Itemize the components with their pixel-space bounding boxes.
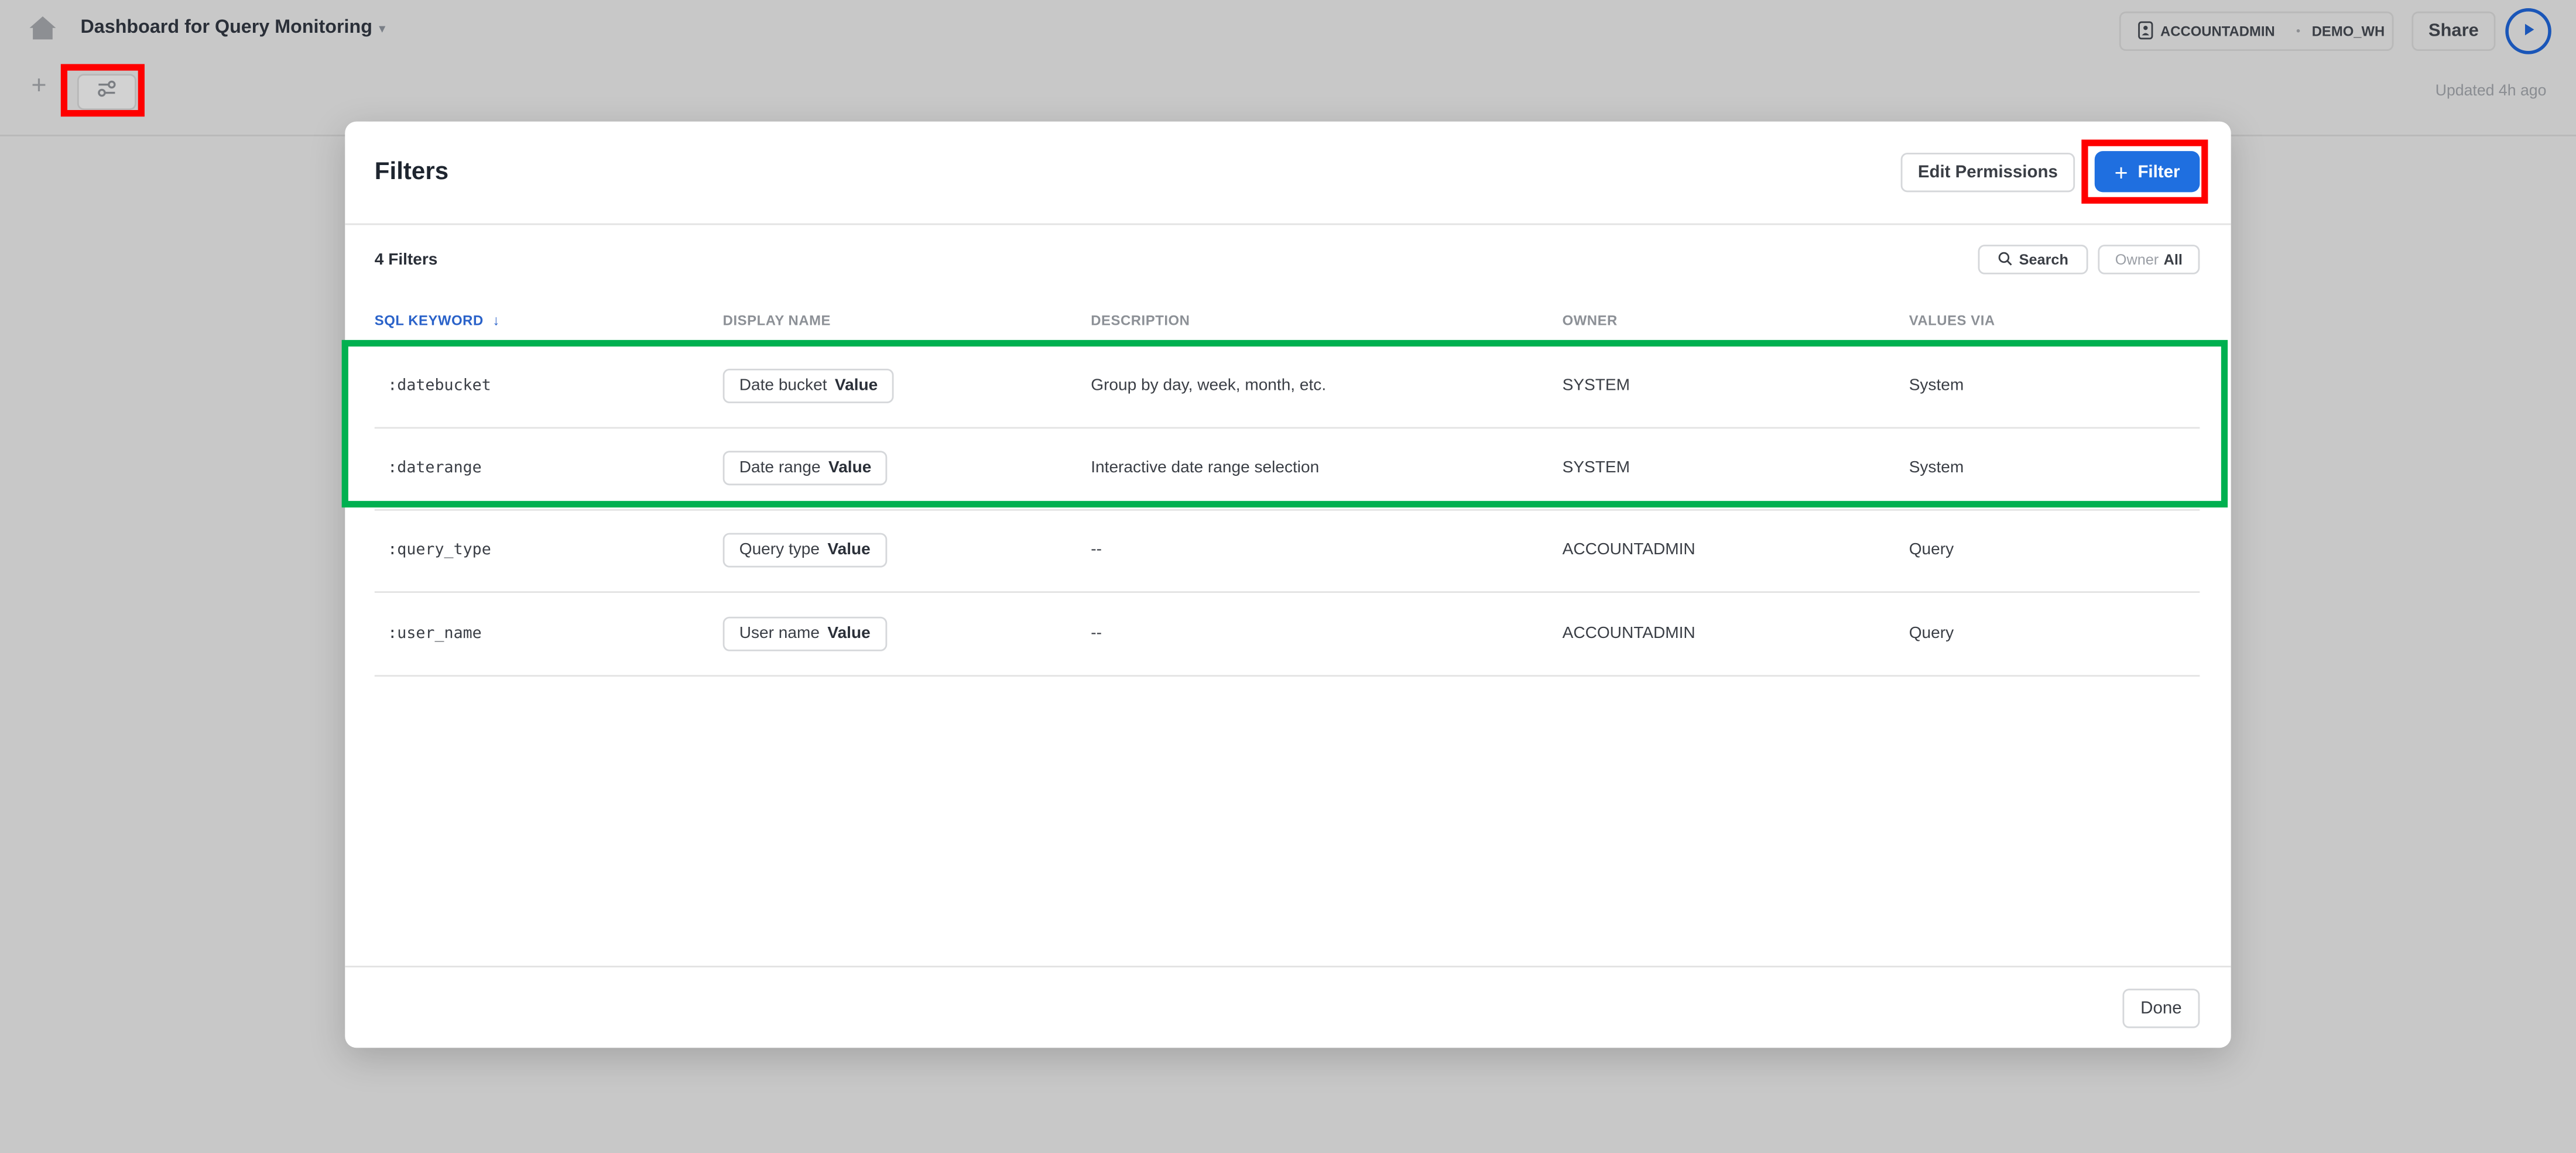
- column-header-description[interactable]: DESCRIPTION: [1091, 312, 1190, 328]
- values-via: Query: [1909, 624, 1954, 643]
- share-button[interactable]: Share: [2411, 11, 2496, 51]
- column-header-values-via[interactable]: VALUES VIA: [1909, 312, 1995, 328]
- description: Interactive date range selection: [1091, 459, 1320, 478]
- column-header-sql-keyword[interactable]: SQL KEYWORD ↓: [375, 312, 500, 328]
- edit-permissions-button[interactable]: Edit Permissions: [1900, 152, 2075, 193]
- role-name: ACCOUNTADMIN: [2160, 23, 2275, 40]
- sql-keyword: :daterange: [388, 459, 482, 478]
- dashboard-title: Dashboard for Query Monitoring: [80, 18, 372, 38]
- modal-title: Filters: [374, 157, 449, 186]
- owner: ACCOUNTADMIN: [1562, 541, 1695, 560]
- filters-modal: Filters Edit Permissions + Filter 4 Filt…: [341, 121, 2231, 1049]
- search-label: Search: [2019, 251, 2068, 268]
- column-header-owner[interactable]: OWNER: [1563, 312, 1618, 328]
- values-via: Query: [1909, 541, 1954, 560]
- table-row[interactable]: :user_name User name Value -- ACCOUNTADM…: [374, 593, 2200, 677]
- table-row[interactable]: :datebucket Date bucket Value Group by d…: [374, 345, 2200, 429]
- warehouse-name: DEMO_WH: [2311, 23, 2385, 40]
- sql-keyword: :query_type: [388, 541, 491, 560]
- display-name-chip[interactable]: Date range Value: [722, 451, 888, 486]
- filter-count: 4 Filters: [374, 251, 438, 270]
- play-icon: [2520, 16, 2537, 46]
- owner: ACCOUNTADMIN: [1562, 624, 1695, 643]
- description: --: [1091, 541, 1102, 560]
- owner-filter-label: Owner: [2115, 251, 2159, 268]
- sql-keyword: :datebucket: [388, 376, 491, 395]
- display-name-chip[interactable]: Query type Value: [722, 533, 887, 568]
- done-button[interactable]: Done: [2122, 989, 2200, 1028]
- highlight-add-filter: [2081, 139, 2208, 204]
- values-via: System: [1909, 376, 1964, 395]
- owner: SYSTEM: [1562, 459, 1630, 478]
- description: Group by day, week, month, etc.: [1091, 376, 1327, 395]
- owner: SYSTEM: [1562, 376, 1630, 395]
- sql-keyword: :user_name: [388, 624, 482, 643]
- context-separator: •: [2296, 25, 2301, 37]
- owner-filter-dropdown[interactable]: Owner All: [2098, 245, 2200, 274]
- last-updated-text: Updated 4h ago: [2435, 82, 2547, 101]
- run-button[interactable]: [2505, 8, 2551, 54]
- role-warehouse-selector[interactable]: ACCOUNTADMIN • DEMO_WH: [2119, 11, 2394, 51]
- modal-footer: Done: [345, 965, 2231, 1049]
- dashboard-topbar: Dashboard for Query Monitoring ▾ + ACCOUN…: [0, 0, 2576, 136]
- owner-filter-value: All: [2163, 251, 2183, 268]
- add-tile-button[interactable]: +: [31, 73, 46, 100]
- dashboard-title-dropdown[interactable]: Dashboard for Query Monitoring ▾: [80, 18, 385, 38]
- home-icon[interactable]: [28, 15, 58, 41]
- table-row[interactable]: :daterange Date range Value Interactive …: [374, 427, 2200, 511]
- display-name-chip[interactable]: Date bucket Value: [722, 368, 895, 403]
- search-icon: [1998, 250, 2012, 269]
- search-button[interactable]: Search: [1978, 245, 2088, 274]
- sort-descending-icon: ↓: [492, 312, 500, 329]
- highlight-filters-toggle: [60, 64, 145, 117]
- column-header-display-name[interactable]: DISPLAY NAME: [723, 312, 831, 328]
- role-icon: [2137, 20, 2154, 43]
- table-row[interactable]: :query_type Query type Value -- ACCOUNTA…: [374, 509, 2200, 593]
- chevron-down-icon: ▾: [379, 21, 386, 36]
- app-stage: Dashboard for Query Monitoring ▾ + ACCOUN…: [0, 0, 2576, 1153]
- modal-header: Filters Edit Permissions + Filter: [345, 122, 2231, 225]
- values-via: System: [1909, 459, 1964, 478]
- description: --: [1091, 624, 1102, 643]
- display-name-chip[interactable]: User name Value: [722, 616, 887, 651]
